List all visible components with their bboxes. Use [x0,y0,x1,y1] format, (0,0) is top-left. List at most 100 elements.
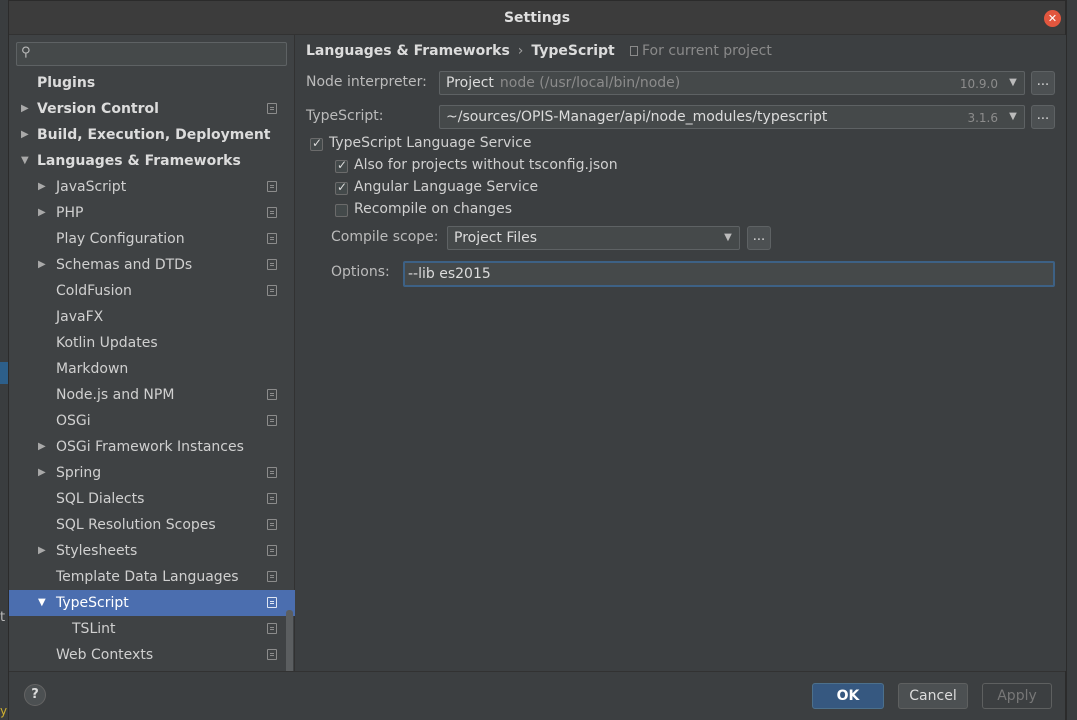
collapse-icon[interactable]: ▼ [38,590,46,616]
project-scope-icon [267,597,277,608]
typescript-label: TypeScript: [306,108,384,124]
title-bar[interactable]: Settings ✕ [9,1,1065,35]
sidebar-item-javascript[interactable]: ▶ JavaScript [9,174,287,200]
sidebar-item-markdown[interactable]: Markdown [9,356,287,382]
search-box[interactable]: ⚲ [16,42,287,66]
compile-scope-select[interactable]: Project Files ▼ [447,226,740,250]
sidebar-item-label: Node.js and NPM [56,387,175,403]
project-scope-icon [267,181,277,192]
expand-icon[interactable]: ▶ [38,434,46,460]
node-interpreter-select[interactable]: Project node (/usr/local/bin/node) 10.9.0… [439,71,1025,95]
scope-note-label: For current project [642,43,772,59]
compile-scope-value: Project Files [454,230,538,246]
sidebar-item-languages-frameworks[interactable]: ▼ Languages & Frameworks [9,148,287,174]
node-version: 10.9.0 [959,77,998,91]
search-icon[interactable]: ⚲ [21,45,31,60]
expand-icon[interactable]: ▶ [21,96,29,122]
typescript-service-label[interactable]: TypeScript Language Service [329,135,532,151]
project-scope-icon [267,207,277,218]
expand-icon[interactable]: ▶ [38,252,46,278]
help-button[interactable]: ? [24,684,46,706]
options-label: Options: [331,264,390,280]
apply-button[interactable]: Apply [982,683,1052,709]
sidebar-item-php[interactable]: ▶ PHP [9,200,287,226]
cancel-button[interactable]: Cancel [898,683,968,709]
sidebar-item-label: Schemas and DTDs [56,257,193,273]
node-interpreter-label: Node interpreter: [306,74,427,90]
sidebar-item-tslint[interactable]: TSLint [9,616,287,642]
settings-content: Languages & Frameworks › TypeScript For cu… [296,35,1066,671]
no-tsconfig-label[interactable]: Also for projects without tsconfig.json [354,157,618,173]
expand-icon[interactable]: ▶ [38,460,46,486]
sidebar-item-label: SQL Dialects [56,491,145,507]
background-text-fragment-bottom: y [0,704,8,718]
recompile-label[interactable]: Recompile on changes [354,201,512,217]
sidebar-item-version-control[interactable]: ▶ Version Control [9,96,287,122]
typescript-package-select[interactable]: ~/sources/OPIS-Manager/api/node_modules/… [439,105,1025,129]
project-scope-icon [630,46,638,56]
typescript-browse-button[interactable]: ... [1031,105,1055,129]
sidebar-item-web-contexts[interactable]: Web Contexts [9,642,287,668]
sidebar-item-osgi-framework-instances[interactable]: ▶ OSGi Framework Instances [9,434,287,460]
sidebar-item-label: PHP [56,205,84,221]
sidebar-item-spring[interactable]: ▶ Spring [9,460,287,486]
sidebar-item-javafx[interactable]: JavaFX [9,304,287,330]
sidebar-item-kotlin-updates[interactable]: Kotlin Updates [9,330,287,356]
sidebar-item-schemas-and-dtds[interactable]: ▶ Schemas and DTDs [9,252,287,278]
angular-service-checkbox[interactable]: ✓ [335,180,348,195]
sidebar-item-label: Kotlin Updates [56,335,158,351]
sidebar-item-template-data-languages[interactable]: Template Data Languages [9,564,287,590]
sidebar-item-sql-dialects[interactable]: SQL Dialects [9,486,287,512]
typescript-version: 3.1.6 [967,111,998,125]
typescript-service-checkbox[interactable]: ✓ [310,136,323,151]
project-scope-icon [267,545,277,556]
project-scope-icon [267,259,277,270]
sidebar-item-build-execution-deployment[interactable]: ▶ Build, Execution, Deployment [9,122,287,148]
sidebar-item-typescript[interactable]: ▼ TypeScript [9,590,295,616]
sidebar-item-osgi[interactable]: OSGi [9,408,287,434]
compile-scope-browse-button[interactable]: ... [747,226,771,250]
sidebar-item-label: TypeScript [56,595,129,611]
breadcrumb-separator: › [517,43,524,59]
sidebar-item-label: Version Control [37,101,159,117]
sidebar-item-label: Stylesheets [56,543,138,559]
sidebar-item-stylesheets[interactable]: ▶ Stylesheets [9,538,287,564]
no-tsconfig-checkbox[interactable]: ✓ [335,158,348,173]
chevron-down-icon[interactable]: ▼ [717,227,739,249]
project-scope-icon [267,233,277,244]
expand-icon[interactable]: ▶ [38,200,46,226]
node-interpreter-path: node (/usr/local/bin/node) [499,75,681,91]
expand-icon[interactable]: ▶ [38,538,46,564]
sidebar-item-plugins[interactable]: Plugins [9,70,287,96]
node-interpreter-browse-button[interactable]: ... [1031,71,1055,95]
recompile-checkbox[interactable] [335,204,348,217]
sidebar-item-play-configuration[interactable]: Play Configuration [9,226,287,252]
sidebar-item-label: Languages & Frameworks [37,153,241,169]
search-input[interactable] [41,43,281,65]
sidebar-item-node-js-and-npm[interactable]: Node.js and NPM [9,382,287,408]
sidebar-item-label: OSGi Framework Instances [56,439,244,455]
breadcrumb-parent[interactable]: Languages & Frameworks [306,43,510,59]
project-scope-icon [267,415,277,426]
project-scope-icon [267,623,277,634]
project-scope-icon [267,103,277,114]
node-interpreter-kind: Project [446,75,494,91]
project-scope-icon [267,649,277,660]
background-selection-fragment [0,362,8,384]
collapse-icon[interactable]: ▼ [21,148,29,174]
typescript-package-path: ~/sources/OPIS-Manager/api/node_modules/… [446,109,828,125]
expand-icon[interactable]: ▶ [38,174,46,200]
options-input[interactable] [403,261,1055,287]
chevron-down-icon[interactable]: ▼ [1002,72,1024,94]
close-icon[interactable]: ✕ [1044,10,1061,27]
ok-button[interactable]: OK [812,683,884,709]
sidebar-item-sql-resolution-scopes[interactable]: SQL Resolution Scopes [9,512,287,538]
chevron-down-icon[interactable]: ▼ [1002,106,1024,128]
breadcrumb-current: TypeScript [531,43,615,59]
angular-service-label[interactable]: Angular Language Service [354,179,538,195]
expand-icon[interactable]: ▶ [21,122,29,148]
background-text-fragment: t [0,610,6,625]
project-scope-icon [267,467,277,478]
sidebar-item-coldfusion[interactable]: ColdFusion [9,278,287,304]
sidebar-item-label: Web Contexts [56,647,154,663]
